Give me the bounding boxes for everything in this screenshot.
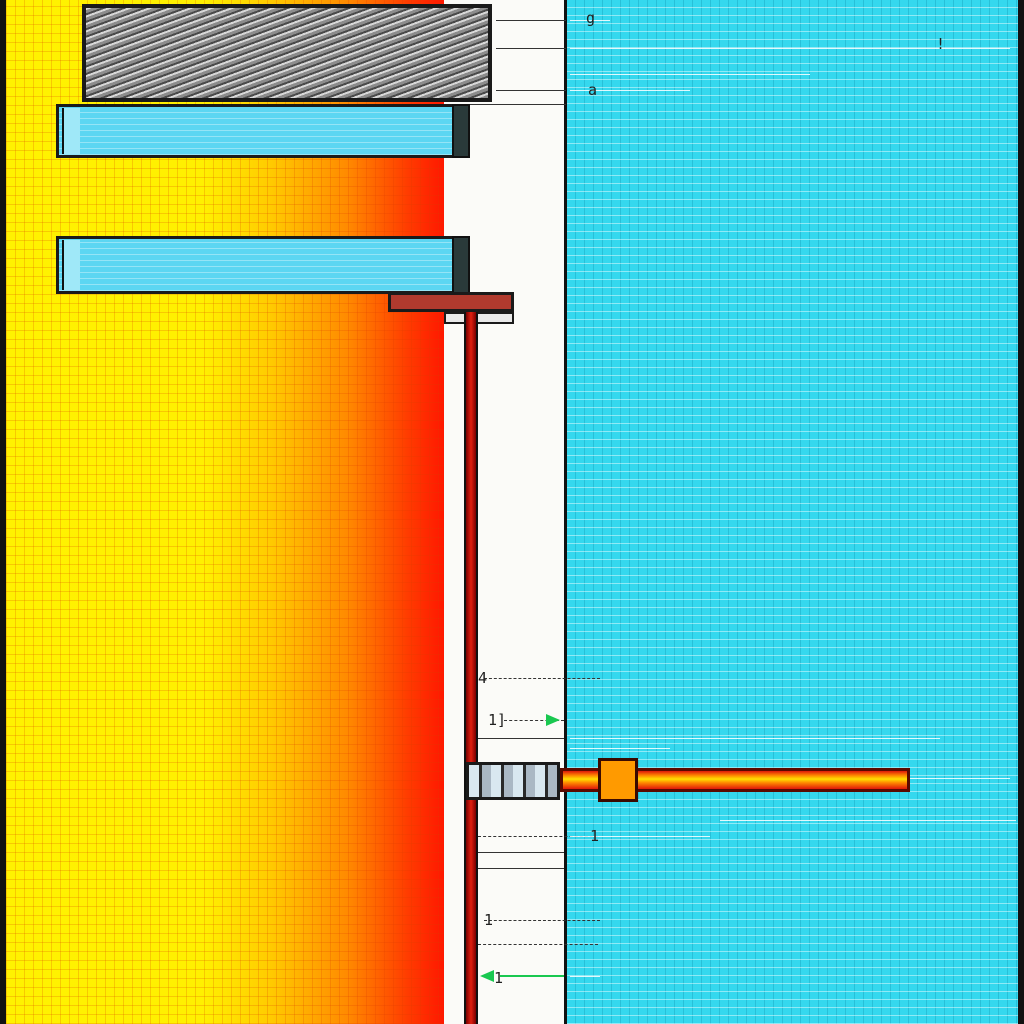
label-low-left-2: 1 <box>484 911 494 929</box>
label-mid-left-1: 4 <box>478 669 488 687</box>
label-mid-left-2: 1] <box>488 711 507 729</box>
leader-line <box>496 20 566 21</box>
vertical-heater-rod <box>464 312 478 1024</box>
return-arrow-line <box>500 975 564 977</box>
leader-line <box>570 74 810 75</box>
probe-connector <box>466 762 560 800</box>
plate-lower-end <box>62 240 80 290</box>
plate-upper-cap <box>452 104 470 158</box>
plate-upper-end <box>62 108 80 154</box>
label-top-right-2: ! <box>936 35 946 53</box>
probe-collar <box>598 758 638 802</box>
return-arrow-icon <box>480 970 494 982</box>
leader-line <box>570 976 600 977</box>
leader-line <box>478 852 564 853</box>
cold-zone-wall <box>564 0 567 1024</box>
cooling-plate-lower <box>56 236 456 294</box>
label-low-left-1: 1 <box>590 827 600 845</box>
left-border <box>0 0 6 1024</box>
cooling-plate-upper <box>56 104 456 158</box>
plate-lower-cap <box>452 236 470 294</box>
hatched-top-block <box>82 4 492 102</box>
cold-zone <box>566 0 1018 1024</box>
leader-line <box>478 868 564 869</box>
leader-line <box>470 104 566 105</box>
leader-line <box>570 748 670 749</box>
diagram-canvas: g ! a 4 1] 1 1 1 <box>0 0 1024 1024</box>
leader-line <box>478 738 564 739</box>
leader-line <box>910 778 1010 779</box>
leader-line <box>720 820 1016 821</box>
leader-line <box>496 48 566 49</box>
leader-line <box>496 90 566 91</box>
label-top-right-1: g <box>586 9 596 27</box>
leader-line <box>484 920 600 921</box>
leader-line <box>478 944 598 945</box>
label-upper-mark: a <box>588 81 598 99</box>
right-border <box>1018 0 1024 1024</box>
rod-bracket <box>388 292 514 312</box>
label-bottom-left: 1 <box>494 969 504 987</box>
flow-arrow-icon <box>546 714 560 726</box>
leader-line <box>570 738 940 739</box>
leader-line <box>484 678 600 679</box>
rod-bracket-lip <box>444 312 514 324</box>
